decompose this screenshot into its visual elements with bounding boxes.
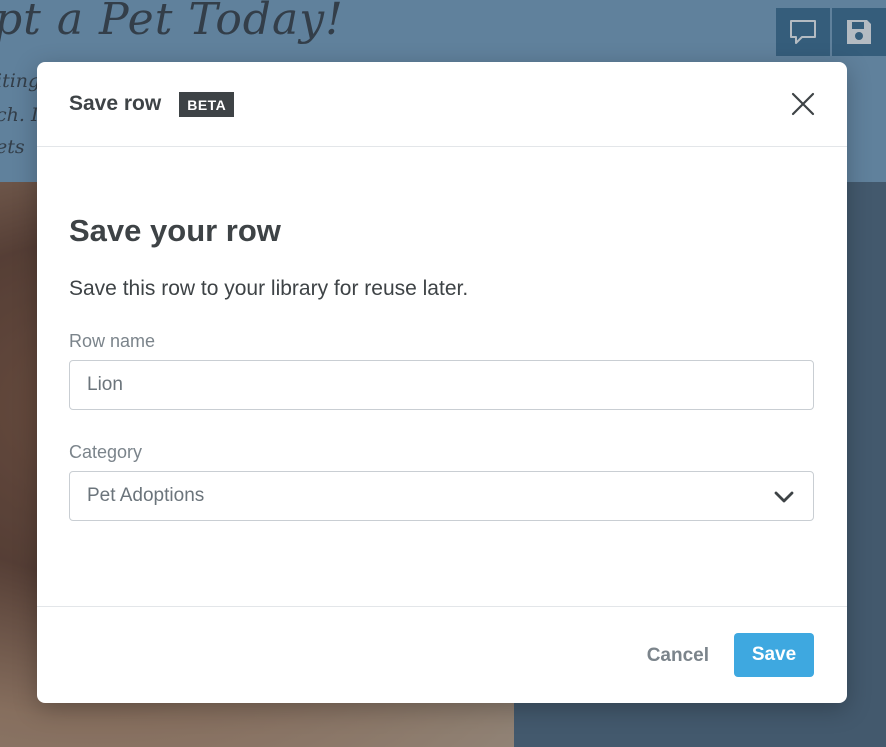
row-name-value: Lion xyxy=(87,374,123,395)
dialog-title: Save row xyxy=(69,92,162,115)
dialog-header: Save row BETA xyxy=(37,62,847,147)
cancel-button[interactable]: Cancel xyxy=(647,645,709,667)
chevron-down-icon xyxy=(773,487,795,507)
close-button[interactable] xyxy=(789,90,817,118)
category-select[interactable]: Pet Adoptions xyxy=(69,471,814,521)
close-icon xyxy=(791,92,815,116)
beta-badge: BETA xyxy=(179,91,235,117)
dialog-heading: Save your row xyxy=(69,213,281,248)
category-label: Category xyxy=(69,442,143,462)
category-value: Pet Adoptions xyxy=(87,485,205,506)
dialog-body: Save your row Save this row to your libr… xyxy=(37,213,847,521)
row-name-label: Row name xyxy=(69,331,156,351)
dialog-description: Save this row to your library for reuse … xyxy=(69,277,469,300)
save-button[interactable]: Save xyxy=(734,633,814,677)
save-row-dialog: Save row BETA Save your row Save this ro… xyxy=(37,62,847,703)
dialog-footer: Cancel Save xyxy=(37,606,847,703)
row-name-input[interactable]: Lion xyxy=(69,360,814,410)
